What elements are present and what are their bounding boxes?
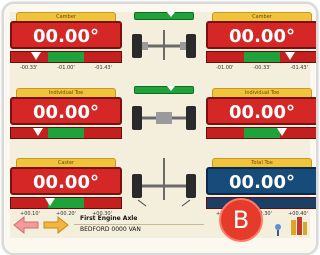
gauge-segment-green bbox=[261, 52, 281, 62]
gauge-segment-green bbox=[243, 52, 262, 62]
gauge-segment-red bbox=[102, 198, 121, 208]
reading-value: 00.00° bbox=[10, 97, 122, 125]
gauge-segment-red bbox=[207, 128, 226, 138]
center-green-bar bbox=[134, 12, 194, 20]
gauge-segment-red bbox=[225, 128, 244, 138]
alignment-screen-frame: Camber 00.00° -00.33' -01.00' -01.43' Ca… bbox=[2, 2, 318, 255]
panel-mid-left: Individual Toe 00.00° bbox=[10, 88, 122, 139]
spec-max: -01.43' bbox=[94, 65, 113, 71]
middle-axle-view bbox=[126, 86, 202, 142]
gauge-segment-red bbox=[298, 128, 316, 138]
reading-value: 00.00° bbox=[206, 97, 316, 125]
alignment-gauge bbox=[206, 51, 316, 63]
gauge-segment-green bbox=[47, 52, 66, 62]
next-arrow-icon[interactable] bbox=[42, 216, 70, 234]
spec-min: -00.33' bbox=[20, 65, 38, 71]
middle-axle-icon bbox=[132, 106, 196, 130]
gauge-segment-red bbox=[102, 128, 121, 138]
spec-max: -01.43' bbox=[290, 65, 309, 71]
axle-name: First Engine Axle bbox=[74, 214, 204, 225]
back-arrow-icon[interactable] bbox=[12, 216, 40, 234]
front-axle-view bbox=[126, 12, 202, 68]
panel-rear-left: Caster 00.00° +00.10' +00.20' +00.30' bbox=[10, 158, 122, 217]
alignment-gauge bbox=[10, 127, 122, 139]
gauge-pointer-icon bbox=[31, 52, 41, 60]
gauge-segment-red bbox=[225, 52, 244, 62]
reading-value: 00.00° bbox=[10, 167, 122, 195]
alignment-gauge bbox=[10, 197, 122, 209]
center-pointer-icon bbox=[167, 86, 175, 91]
gauge-segment-red bbox=[102, 52, 121, 62]
bottom-toolbar: First Engine Axle BEDFORD 0000 VAN B bbox=[10, 198, 310, 242]
center-pointer-icon bbox=[167, 12, 175, 17]
alignment-gauge bbox=[10, 51, 122, 63]
gauge-pointer-icon bbox=[45, 198, 55, 206]
gauge-segment-blue bbox=[280, 198, 299, 208]
gauge-segment-green bbox=[65, 198, 85, 208]
manual-books-icon[interactable] bbox=[290, 216, 308, 236]
gauge-segment-red bbox=[84, 52, 103, 62]
spec-mid: -01.00' bbox=[57, 65, 75, 71]
panel-title: Total Toe bbox=[212, 158, 312, 167]
pin-icon[interactable] bbox=[274, 224, 282, 236]
panel-mid-right: Individual Toe 00.00° bbox=[206, 88, 316, 139]
spec-min: -01.00' bbox=[216, 65, 234, 71]
gauge-segment-blue bbox=[298, 198, 316, 208]
b-badge: B bbox=[219, 198, 263, 242]
vehicle-name: BEDFORD 0000 VAN bbox=[80, 226, 141, 233]
gauge-segment-red bbox=[84, 198, 103, 208]
center-green-bar bbox=[134, 86, 194, 94]
spec-mid: -00.33' bbox=[253, 65, 271, 71]
spec-row: -01.00' -00.33' -01.43' bbox=[216, 65, 308, 71]
gauge-segment-red bbox=[11, 198, 30, 208]
gauge-segment-red bbox=[207, 52, 226, 62]
gauge-pointer-icon bbox=[285, 52, 295, 60]
gauge-segment-blue bbox=[261, 198, 281, 208]
panel-front-left: Camber 00.00° -00.33' -01.00' -01.43' bbox=[10, 12, 122, 71]
gauge-segment-green bbox=[243, 128, 262, 138]
panel-title: Camber bbox=[16, 12, 116, 21]
panel-title: Caster bbox=[16, 158, 116, 167]
rear-axle-view bbox=[126, 156, 202, 212]
gauge-segment-green bbox=[65, 128, 85, 138]
rear-axle-icon bbox=[132, 158, 196, 207]
front-axle-icon bbox=[132, 30, 196, 60]
gauge-pointer-icon bbox=[33, 128, 43, 136]
gauge-segment-red bbox=[11, 52, 30, 62]
alignment-gauge bbox=[206, 127, 316, 139]
gauge-segment-green bbox=[65, 52, 85, 62]
gauge-segment-red bbox=[298, 52, 316, 62]
panel-title: Camber bbox=[212, 12, 312, 21]
gauge-segment-red bbox=[84, 128, 103, 138]
reading-value: 00.00° bbox=[206, 167, 316, 195]
gauge-segment-red bbox=[11, 128, 30, 138]
panel-title: Individual Toe bbox=[16, 88, 116, 97]
panel-title: Individual Toe bbox=[212, 88, 312, 97]
panel-front-right: Camber 00.00° -01.00' -00.33' -01.43' bbox=[206, 12, 316, 71]
spec-row: -00.33' -01.00' -01.43' bbox=[20, 65, 112, 71]
gauge-segment-green bbox=[47, 128, 66, 138]
reading-value: 00.00° bbox=[206, 21, 316, 49]
reading-value: 00.00° bbox=[10, 21, 122, 49]
vehicle-info: First Engine Axle BEDFORD 0000 VAN bbox=[74, 214, 204, 236]
alignment-screen: Camber 00.00° -00.33' -01.00' -01.43' Ca… bbox=[10, 12, 316, 242]
gauge-pointer-icon bbox=[277, 128, 287, 136]
